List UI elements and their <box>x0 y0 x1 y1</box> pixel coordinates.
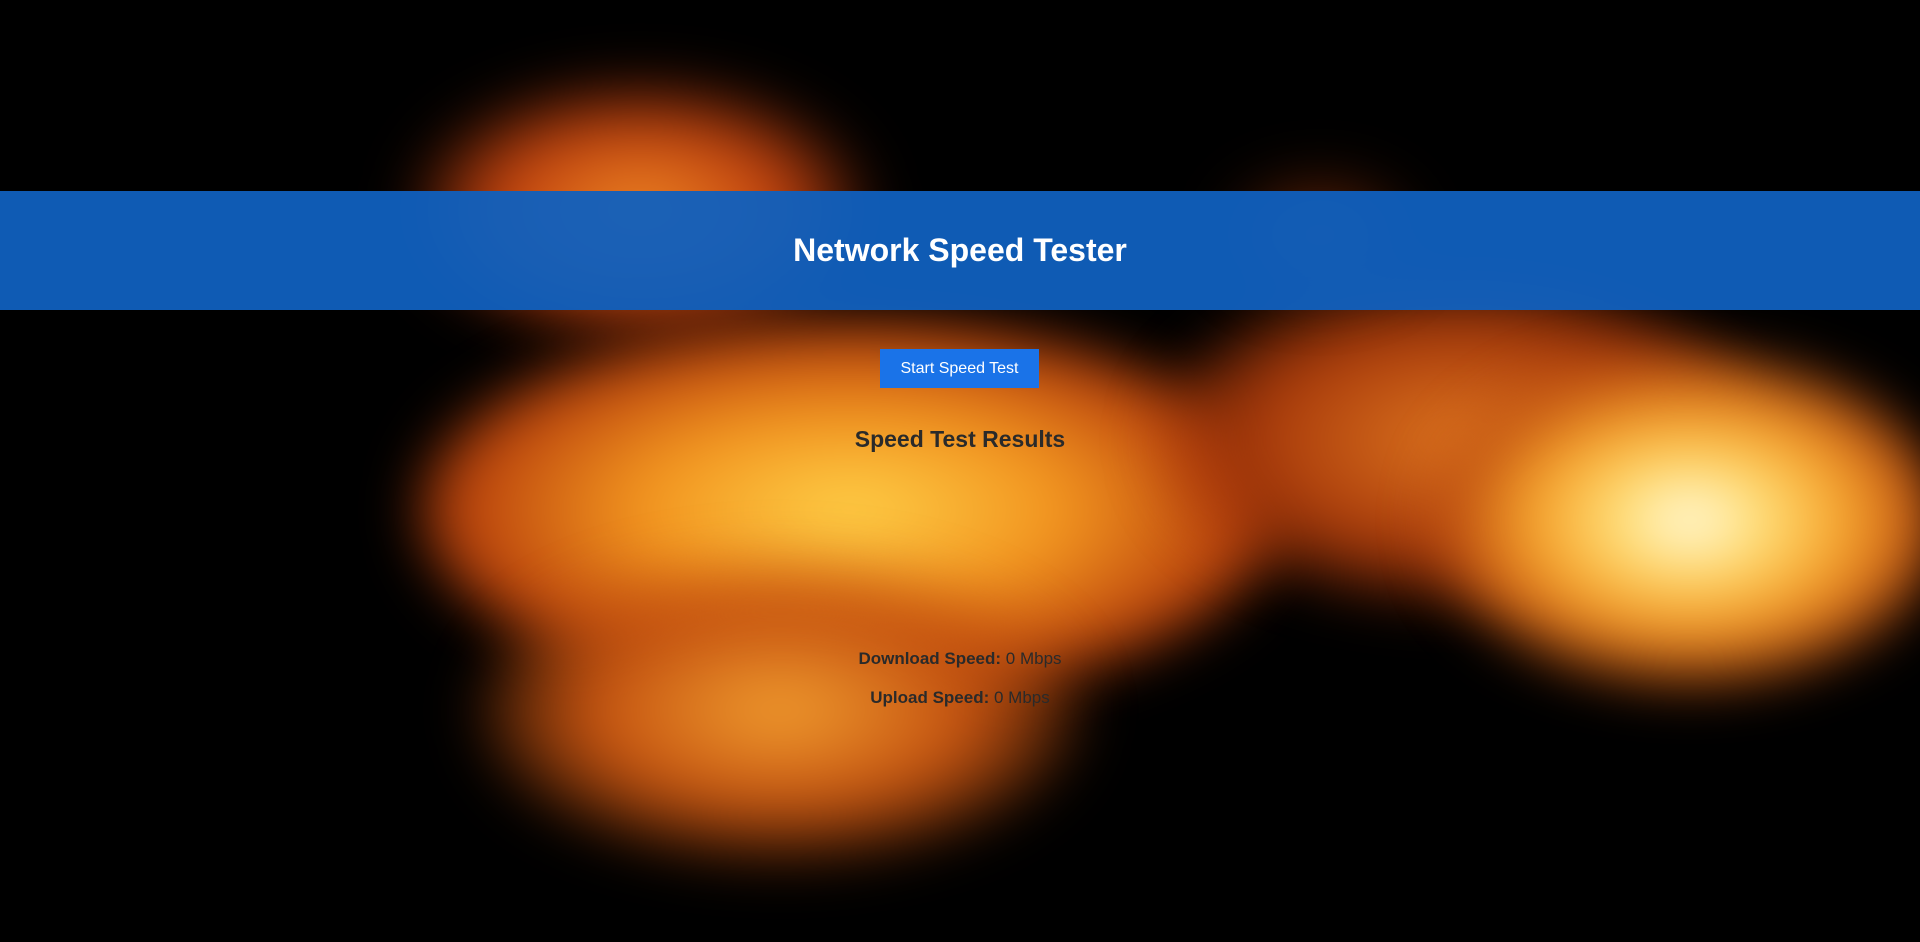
download-speed-label: Download Speed: <box>858 649 1002 668</box>
download-speed-value: 0 Mbps <box>1005 649 1062 668</box>
app-header: Network Speed Tester <box>0 191 1920 310</box>
download-speed-row: Download Speed: 0 Mbps <box>0 649 1920 669</box>
page-title: Network Speed Tester <box>793 232 1127 268</box>
upload-speed-label: Upload Speed: <box>870 688 990 707</box>
start-speed-test-button[interactable]: Start Speed Test <box>880 349 1039 388</box>
fire-background-image <box>0 0 1920 942</box>
upload-speed-value: 0 Mbps <box>994 688 1050 707</box>
results-heading: Speed Test Results <box>854 426 1066 452</box>
upload-speed-row: Upload Speed: 0 Mbps <box>0 688 1920 708</box>
